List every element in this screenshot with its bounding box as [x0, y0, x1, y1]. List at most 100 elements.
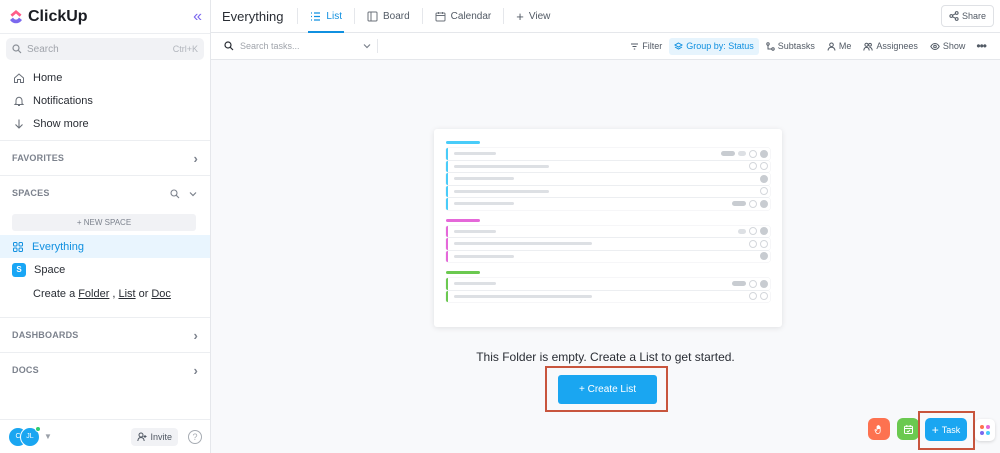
- dashboards-section[interactable]: DASHBOARDS ›: [0, 317, 210, 352]
- placeholder-row: [446, 160, 770, 172]
- group-by-button[interactable]: Group by: Status: [669, 37, 759, 55]
- bell-icon: [13, 96, 25, 106]
- create-or: or: [138, 287, 149, 300]
- me-label: Me: [838, 41, 852, 51]
- placeholder-row: [446, 250, 770, 262]
- show-button[interactable]: Show: [925, 38, 971, 55]
- filter-button[interactable]: Filter: [625, 38, 667, 55]
- sidebar-item-notifications[interactable]: Notifications: [0, 89, 210, 112]
- share-icon: [949, 11, 959, 21]
- tab-calendar[interactable]: Calendar: [427, 0, 500, 33]
- sidebar-item-home[interactable]: Home: [0, 66, 210, 89]
- board-icon: [367, 11, 378, 21]
- plus-icon: +: [931, 422, 939, 437]
- arrow-down-icon: [15, 119, 23, 129]
- invite-button[interactable]: Invite: [131, 427, 178, 446]
- space-avatar: S: [12, 262, 26, 277]
- create-folder-link[interactable]: Folder: [78, 288, 109, 300]
- add-user-icon: [137, 432, 147, 441]
- app-dot: [980, 431, 984, 435]
- share-label: Share: [961, 11, 986, 21]
- home-icon: [14, 72, 24, 83]
- help-icon[interactable]: ?: [188, 429, 202, 444]
- assignees-button[interactable]: Assignees: [858, 38, 923, 55]
- spaces-section[interactable]: SPACES: [0, 175, 210, 210]
- more-options-icon[interactable]: •••: [972, 39, 990, 53]
- add-view-button[interactable]: + View: [508, 0, 558, 33]
- favorites-section[interactable]: FAVORITES ›: [0, 140, 210, 175]
- view-toolbar: Search tasks... Filter Group by: Status …: [211, 33, 1000, 60]
- me-button[interactable]: Me: [822, 38, 857, 55]
- app-name: ClickUp: [28, 7, 88, 25]
- divider: [377, 39, 378, 53]
- search-icon[interactable]: [170, 189, 180, 199]
- calendar-icon: [435, 11, 446, 21]
- task-search-input[interactable]: Search tasks...: [224, 41, 372, 51]
- clickup-logo-icon: [10, 9, 22, 23]
- page-title: Everything: [222, 8, 284, 24]
- create-doc-link[interactable]: Doc: [151, 288, 171, 300]
- view-header: Everything List Board Calendar + View Sh…: [211, 0, 1000, 33]
- empty-state-message: This Folder is empty. Create a List to g…: [476, 350, 735, 364]
- docs-label: DOCS: [12, 365, 39, 375]
- sidebar-item-label: Everything: [32, 240, 84, 253]
- chevron-right-icon[interactable]: ›: [193, 328, 198, 343]
- app-dot: [980, 425, 984, 429]
- subtasks-icon: [766, 41, 775, 51]
- create-list-link[interactable]: List: [118, 288, 135, 300]
- subtasks-label: Subtasks: [777, 41, 815, 51]
- create-prefix: Create a: [33, 287, 76, 300]
- new-task-button[interactable]: + Task: [925, 418, 967, 441]
- chevron-right-icon[interactable]: ›: [193, 363, 198, 378]
- new-space-button[interactable]: + NEW SPACE: [12, 214, 196, 231]
- sidebar-search-placeholder: Search: [27, 43, 59, 55]
- list-icon: [311, 11, 321, 21]
- user-avatars[interactable]: C JL: [8, 425, 41, 447]
- divider: [297, 8, 299, 24]
- task-search-placeholder: Search tasks...: [240, 41, 300, 51]
- collapse-sidebar-icon[interactable]: «: [193, 8, 202, 26]
- sidebar-item-label: Space: [34, 263, 66, 276]
- apps-grid-button[interactable]: [975, 419, 995, 441]
- users-icon: [863, 42, 874, 51]
- assignees-label: Assignees: [876, 41, 918, 51]
- tab-label: Calendar: [450, 10, 492, 22]
- empty-state-illustration: [434, 129, 782, 327]
- task-label: Task: [941, 424, 961, 435]
- group-color-bar: [446, 271, 480, 274]
- subtasks-button[interactable]: Subtasks: [761, 38, 820, 55]
- divider: [353, 8, 355, 24]
- placeholder-row: [446, 225, 770, 237]
- create-list-button[interactable]: + Create List: [558, 375, 657, 404]
- sidebar-header: ClickUp «: [0, 0, 210, 34]
- divider: [503, 8, 505, 24]
- sidebar-search[interactable]: Search Ctrl+K: [6, 38, 204, 60]
- tab-board[interactable]: Board: [359, 0, 418, 33]
- sidebar-item-show-more[interactable]: Show more: [0, 112, 210, 135]
- tab-list[interactable]: List: [302, 0, 350, 33]
- group-by-label: Group by: Status: [686, 41, 754, 51]
- chevron-right-icon[interactable]: ›: [193, 151, 198, 166]
- chevron-down-icon[interactable]: ▼: [44, 432, 52, 441]
- tab-label: Board: [382, 10, 410, 22]
- calendar-button[interactable]: [897, 418, 919, 440]
- chevron-down-icon[interactable]: [188, 189, 198, 199]
- eye-icon: [930, 42, 940, 50]
- group-color-bar: [446, 141, 480, 144]
- share-button[interactable]: Share: [940, 5, 994, 27]
- tab-label: List: [326, 10, 342, 22]
- chevron-down-icon[interactable]: [362, 41, 372, 51]
- time-tracker-button[interactable]: [868, 418, 890, 440]
- placeholder-row: [446, 185, 770, 197]
- invite-label: Invite: [150, 431, 172, 442]
- search-icon: [12, 44, 22, 54]
- plus-icon: +: [516, 8, 524, 24]
- divider: [421, 8, 423, 24]
- docs-section[interactable]: DOCS ›: [0, 352, 210, 387]
- grid-icon: [13, 241, 23, 252]
- sidebar-item-everything[interactable]: Everything: [0, 235, 210, 258]
- sidebar-item-space[interactable]: S Space: [0, 258, 210, 281]
- logo[interactable]: ClickUp: [8, 8, 88, 26]
- placeholder-row: [446, 198, 770, 210]
- filter-icon: [631, 42, 639, 50]
